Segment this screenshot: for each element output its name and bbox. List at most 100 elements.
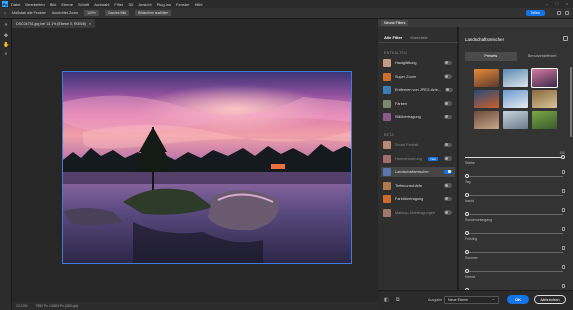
filter-item[interactable]: Makeup-Übertragungen [381,208,455,218]
preset-thumbnail[interactable] [474,69,499,87]
collapse-chevron-icon[interactable]: » [3,22,9,28]
filter-toggle[interactable] [445,87,454,93]
filter-toggle[interactable] [444,210,452,215]
settings-scrollbar[interactable] [570,67,572,137]
menu-schrift[interactable]: Schrift [78,2,89,7]
tab-warteliste[interactable]: Warteliste [410,35,428,40]
slider-handle[interactable] [561,155,565,159]
filter-item[interactable]: Harmonisierung Neu [381,154,455,164]
menu-bearbeiten[interactable]: Bearbeiten [25,2,44,7]
document-tab[interactable]: DSC04751.jpg bei 13,1% (Ebene 0, RGB/8) … [12,19,96,28]
filter-item[interactable]: Hautglättung [381,58,455,68]
setting-slider[interactable]: Sommer [465,246,569,264]
zoom-tool-icon[interactable]: ⌕ [3,51,9,57]
menu-auswahl[interactable]: Auswahl [94,2,109,7]
setting-slider[interactable]: Tag [465,170,569,188]
slider-handle[interactable] [465,231,469,235]
filter-toggle[interactable] [444,142,452,148]
maximize-icon[interactable]: □ [554,1,560,6]
menu-ebene[interactable]: Ebene [61,2,73,7]
slider-track[interactable] [465,195,563,196]
fit-screen-button[interactable]: Ganzes Bild [104,10,130,16]
enable-checkbox[interactable] [561,284,565,288]
preset-thumbnail[interactable] [503,90,528,108]
slider-handle[interactable] [465,174,469,178]
tab-benutzerdefiniert[interactable]: Benutzerdefiniert [517,52,569,61]
filter-toggle[interactable] [444,183,452,188]
compare-icon[interactable]: ⧉ [396,297,400,303]
filter-item[interactable]: Smart Portrait [381,140,455,150]
menu-ansicht[interactable]: Ansicht [138,2,151,7]
menu-hilfe[interactable]: Hilfe [195,2,203,7]
enable-checkbox[interactable] [561,189,565,193]
menu-plugins[interactable]: Plug-ins [157,2,171,7]
photoshop-logo-icon[interactable]: Ps [2,1,8,7]
enable-checkbox[interactable] [561,227,565,231]
filter-toggle[interactable] [444,196,452,202]
filter-toggle[interactable] [444,114,452,120]
workspace-icon[interactable] [565,11,569,15]
reset-icon[interactable] [563,36,568,41]
menu-bild[interactable]: Bild [50,2,57,7]
zoom-level[interactable]: 13,13% [16,304,28,308]
menu-fenster[interactable]: Fenster [176,2,190,7]
slider-handle[interactable] [465,250,469,254]
hand-tool-icon[interactable]: ✋ [3,42,9,48]
setting-slider[interactable]: Sonnenuntergang [465,208,569,226]
menu-datei[interactable]: Datei [11,2,20,7]
close-tab-icon[interactable]: × [89,22,91,26]
share-button[interactable]: Teilen [525,10,545,16]
setting-slider[interactable]: Herbst [465,265,569,283]
filter-item[interactable]: Stilübertragung [381,112,455,122]
preset-thumbnail[interactable] [531,68,558,88]
ok-button[interactable]: OK [507,295,529,304]
preset-thumbnail[interactable] [532,90,557,108]
menu-3d[interactable]: 3D [128,2,133,7]
filter-toggle[interactable] [444,169,452,175]
layers-icon[interactable]: ◧ [384,297,389,303]
slider-track[interactable] [465,176,563,177]
setting-slider[interactable]: Stärke 100 [465,151,569,169]
filter-toggle[interactable] [444,101,452,106]
slider-handle[interactable] [465,212,469,216]
preset-thumbnail[interactable] [474,111,499,129]
filter-item[interactable]: Färben [381,99,455,109]
scrubby-zoom-checkbox[interactable]: Ausrichtet-Zoom [52,11,78,15]
minimize-icon[interactable]: – [544,1,550,6]
document-image[interactable] [62,71,352,264]
filter-toggle[interactable] [444,74,452,79]
close-window-icon[interactable]: × [564,1,570,6]
enable-checkbox[interactable] [561,170,565,174]
enable-checkbox[interactable] [561,265,565,269]
preset-thumbnail[interactable] [503,69,528,87]
filter-toggle[interactable] [444,60,452,66]
setting-slider[interactable]: Frühling [465,227,569,245]
search-icon[interactable] [557,11,561,15]
preset-thumbnail[interactable] [503,111,528,129]
fill-screen-button[interactable]: Bildschirm ausfüllen [135,10,172,16]
filter-item[interactable]: Entfernen von JPEG-Arte... [381,85,455,95]
menu-filter[interactable]: Filter [114,2,123,7]
filter-toggle[interactable] [444,156,452,161]
slider-handle[interactable] [465,269,469,273]
filter-item[interactable]: Tiefenunschärfe [381,181,455,191]
slider-track[interactable] [465,252,563,253]
slider-handle[interactable] [465,193,469,197]
enable-checkbox[interactable] [561,208,565,212]
slider-track[interactable] [465,214,563,215]
setting-slider[interactable]: Nacht [465,189,569,207]
preset-thumbnail[interactable] [532,111,557,129]
output-select[interactable]: Neue Ebene [444,296,499,304]
zoom-100-button[interactable]: 100% [84,10,99,16]
preset-thumbnail[interactable] [474,90,499,108]
slider-track[interactable] [465,271,563,272]
resize-windows-checkbox[interactable]: Maßstab alle Fenster [12,11,46,15]
tab-alle-filter[interactable]: Alle Filter [384,35,402,40]
cancel-button[interactable]: Abbrechen [534,295,566,304]
filter-item[interactable]: Super Zoom [381,72,455,82]
slider-track[interactable] [465,233,563,234]
filter-item[interactable]: Landschaftsmischer [381,167,455,177]
enable-checkbox[interactable] [561,246,565,250]
filter-item[interactable]: Farbübertragung [381,194,455,204]
move-tool-icon[interactable]: ✥ [3,33,9,39]
